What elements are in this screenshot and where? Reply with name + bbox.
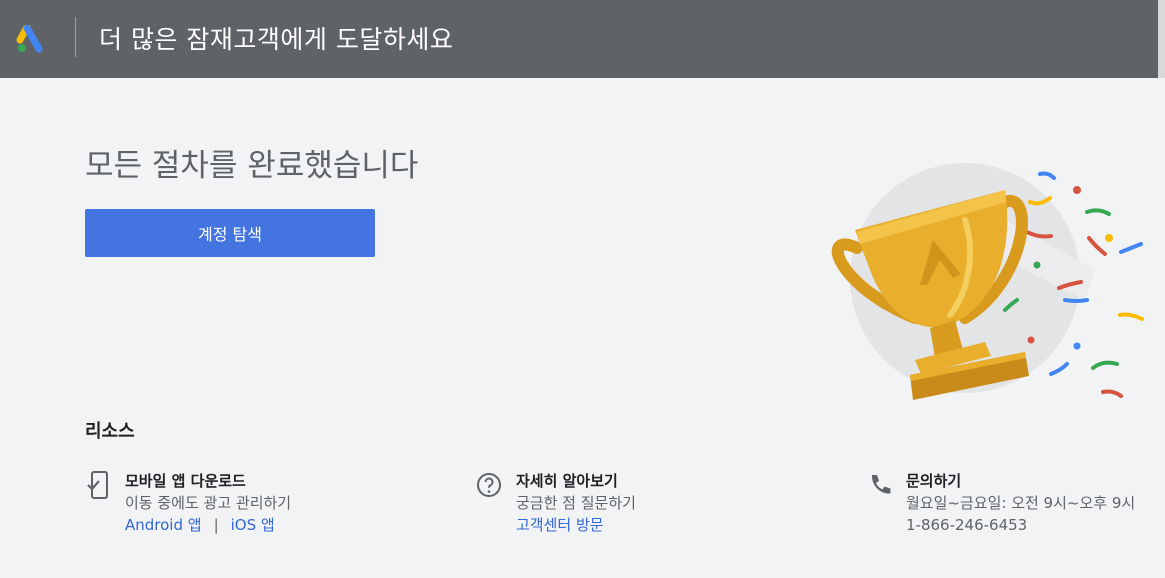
help-center-link[interactable]: 고객센터 방문 <box>516 516 604 534</box>
android-app-link[interactable]: Android 앱 <box>125 516 202 534</box>
google-ads-logo[interactable] <box>16 25 46 53</box>
contact-phone: 1-866-246-6453 <box>906 516 1028 534</box>
page-title: 모든 절차를 완료했습니다 <box>85 148 419 184</box>
resources-heading: 리소스 <box>85 421 135 442</box>
phone-icon <box>871 475 891 494</box>
phone-check-icon <box>87 471 108 499</box>
header-title: 더 많은 잠재고객에게 도달하세요 <box>99 25 454 54</box>
help-circle-icon <box>477 473 501 497</box>
learn-more-title: 자세히 알아보기 <box>516 472 618 490</box>
learn-more-subtitle: 궁금한 점 질문하기 <box>516 494 636 512</box>
explore-account-button[interactable]: 계정 탐색 <box>85 209 375 257</box>
ios-app-link[interactable]: iOS 앱 <box>231 516 275 534</box>
scrollbar[interactable] <box>1158 0 1165 78</box>
link-separator: | <box>213 516 219 534</box>
contact-title: 문의하기 <box>906 472 962 490</box>
trophy-illustration <box>831 163 1144 400</box>
top-app-bar: 더 많은 잠재고객에게 도달하세요 <box>0 0 1165 78</box>
header-divider <box>75 17 76 57</box>
contact-hours: 월요일~금요일: 오전 9시~오후 9시 <box>906 494 1136 512</box>
mobile-app-title: 모바일 앱 다운로드 <box>125 472 246 490</box>
mobile-app-subtitle: 이동 중에도 광고 관리하기 <box>125 494 292 512</box>
